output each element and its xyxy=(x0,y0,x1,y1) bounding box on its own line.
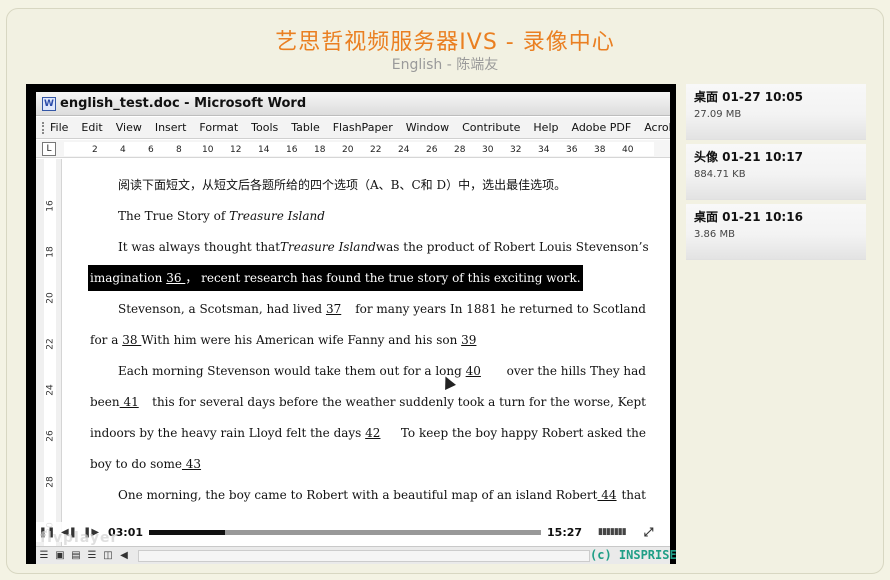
ruler-number: 12 xyxy=(230,145,242,155)
ruler-number: 26 xyxy=(426,145,438,155)
vruler-number: 28 xyxy=(45,476,56,488)
web-view-icon: ▣ xyxy=(55,550,65,561)
progress-fill xyxy=(149,529,226,535)
ruler-number: 4 xyxy=(120,145,126,155)
ruler-number: 10 xyxy=(202,145,214,155)
player-controls: ❚❚ ◀❚ ❚▶ 03:01 15:27 ▮▮▮▮▮▮▮ ⤢ xyxy=(36,522,670,542)
toolbar-grip-icon xyxy=(42,121,44,134)
ruler-number: 40 xyxy=(622,145,634,155)
doc-line: Stevenson, a Scotsman, had lived 37 for … xyxy=(118,302,646,316)
doc-line: Each morning Stevenson would take them o… xyxy=(118,364,646,378)
ruler-number: 30 xyxy=(482,145,494,155)
fullscreen-icon[interactable]: ⤢ xyxy=(644,525,654,540)
menu-acrobat: Acrobat xyxy=(644,121,670,134)
vruler-number: 18 xyxy=(45,246,56,258)
vruler-number: 16 xyxy=(45,200,56,212)
menu-file: File xyxy=(50,121,69,134)
document-body: 阅读下面短文，从短文后各题所给的四个选项（A、B、C和 D）中，选出最佳选项。 … xyxy=(88,170,649,511)
print-view-icon: ▤ xyxy=(71,550,81,561)
ruler-number: 18 xyxy=(314,145,326,155)
page-subtitle: English - 陈端友 xyxy=(391,57,499,73)
total-time: 15:27 xyxy=(547,525,583,539)
menu-tools: Tools xyxy=(251,121,279,134)
ruler-number: 36 xyxy=(566,145,578,155)
menu-table: Table xyxy=(291,121,320,134)
doc-line-highlighted: imagination 36 ， recent research has fou… xyxy=(88,263,646,294)
doc-line: boy to do some 43 xyxy=(90,457,202,471)
list-item[interactable]: 头像 01-21 10:17 884.71 KB xyxy=(686,144,866,200)
video-player[interactable]: W english_test.doc - Microsoft Word File… xyxy=(26,84,676,564)
doc-line: been 41 this for several days before the… xyxy=(90,395,646,409)
ruler-number: 8 xyxy=(176,145,182,155)
menu-format: Format xyxy=(199,121,239,134)
vruler-number: 24 xyxy=(45,384,56,396)
ruler-number: 16 xyxy=(286,145,298,155)
word-menubar: File Edit View Insert Format Tools Table… xyxy=(36,117,670,139)
ruler-number: 34 xyxy=(538,145,550,155)
doc-instruction: 阅读下面短文，从短文后各题所给的四个选项（A、B、C和 D）中，选出最佳选项。 xyxy=(118,178,567,192)
doc-line: indoors by the heavy rain Lloyd felt the… xyxy=(90,426,646,440)
horizontal-ruler: L 2 4 6 8 10 12 14 16 18 20 22 24 26 28 … xyxy=(36,140,670,158)
outline-view-icon: ☰ xyxy=(87,550,97,561)
menu-adobe-pdf: Adobe PDF xyxy=(571,121,632,134)
progress-bar[interactable] xyxy=(149,529,542,535)
word-window-title: english_test.doc - Microsoft Word xyxy=(60,96,307,111)
doc-title: The True Story of Treasure Island xyxy=(118,209,325,223)
ruler-number: 22 xyxy=(370,145,382,155)
word-app-icon: W xyxy=(42,96,56,111)
video-screen[interactable]: W english_test.doc - Microsoft Word File… xyxy=(36,92,670,564)
word-titlebar: W english_test.doc - Microsoft Word xyxy=(36,92,670,116)
ruler-number: 32 xyxy=(510,145,522,155)
list-item[interactable]: 桌面 01-21 10:16 3.86 MB xyxy=(686,204,866,260)
tab-stop-icon: L xyxy=(42,142,56,156)
player-credit: (c) INSPRISE xyxy=(590,548,677,562)
menu-flashpaper: FlashPaper xyxy=(332,121,393,134)
scroll-left-icon: ◀ xyxy=(120,550,128,561)
ruler-number: 24 xyxy=(398,145,410,155)
page-title: 艺思哲视频服务器IVS - 录像中心 xyxy=(275,30,615,55)
menu-contribute: Contribute xyxy=(462,121,521,134)
doc-line: It was always thought that Treasure Islan… xyxy=(118,240,649,254)
doc-line: for a 38 With him were his American wife… xyxy=(90,333,477,347)
ruler-number: 28 xyxy=(454,145,466,155)
ruler-number: 6 xyxy=(148,145,154,155)
menu-window: Window xyxy=(405,121,450,134)
volume-icon[interactable]: ▮▮▮▮▮▮▮ xyxy=(598,527,627,537)
recording-list: 桌面 01-27 10:05 27.09 MB 头像 01-21 10:17 8… xyxy=(686,84,866,264)
menu-edit: Edit xyxy=(81,121,103,134)
ruler-number: 14 xyxy=(258,145,270,155)
menu-view: View xyxy=(115,121,142,134)
vertical-ruler: 16 18 20 22 24 26 28 30 32 xyxy=(36,159,62,564)
menu-help: Help xyxy=(533,121,559,134)
ruler-number: 2 xyxy=(92,145,98,155)
ruler-number: 38 xyxy=(594,145,606,155)
selected-text: imagination 36 ， recent research has fou… xyxy=(88,265,583,291)
normal-view-icon: ☰ xyxy=(39,550,49,561)
vruler-number: 20 xyxy=(45,292,56,304)
list-item[interactable]: 桌面 01-27 10:05 27.09 MB xyxy=(686,84,866,140)
ruler-strip: 2 4 6 8 10 12 14 16 18 20 22 24 26 28 30… xyxy=(64,142,654,156)
player-watermark: flvplayer xyxy=(40,530,119,546)
horizontal-scrollbar xyxy=(138,549,590,562)
doc-line: One morning, the boy came to Robert with… xyxy=(118,488,646,502)
vruler-number: 22 xyxy=(45,338,56,350)
reading-view-icon: ◫ xyxy=(103,550,113,561)
word-statusbar: ☰ ▣ ▤ ☰ ◫ ◀ xyxy=(36,546,670,564)
menu-insert: Insert xyxy=(154,121,187,134)
ruler-number: 20 xyxy=(342,145,354,155)
vruler-number: 26 xyxy=(45,430,56,442)
